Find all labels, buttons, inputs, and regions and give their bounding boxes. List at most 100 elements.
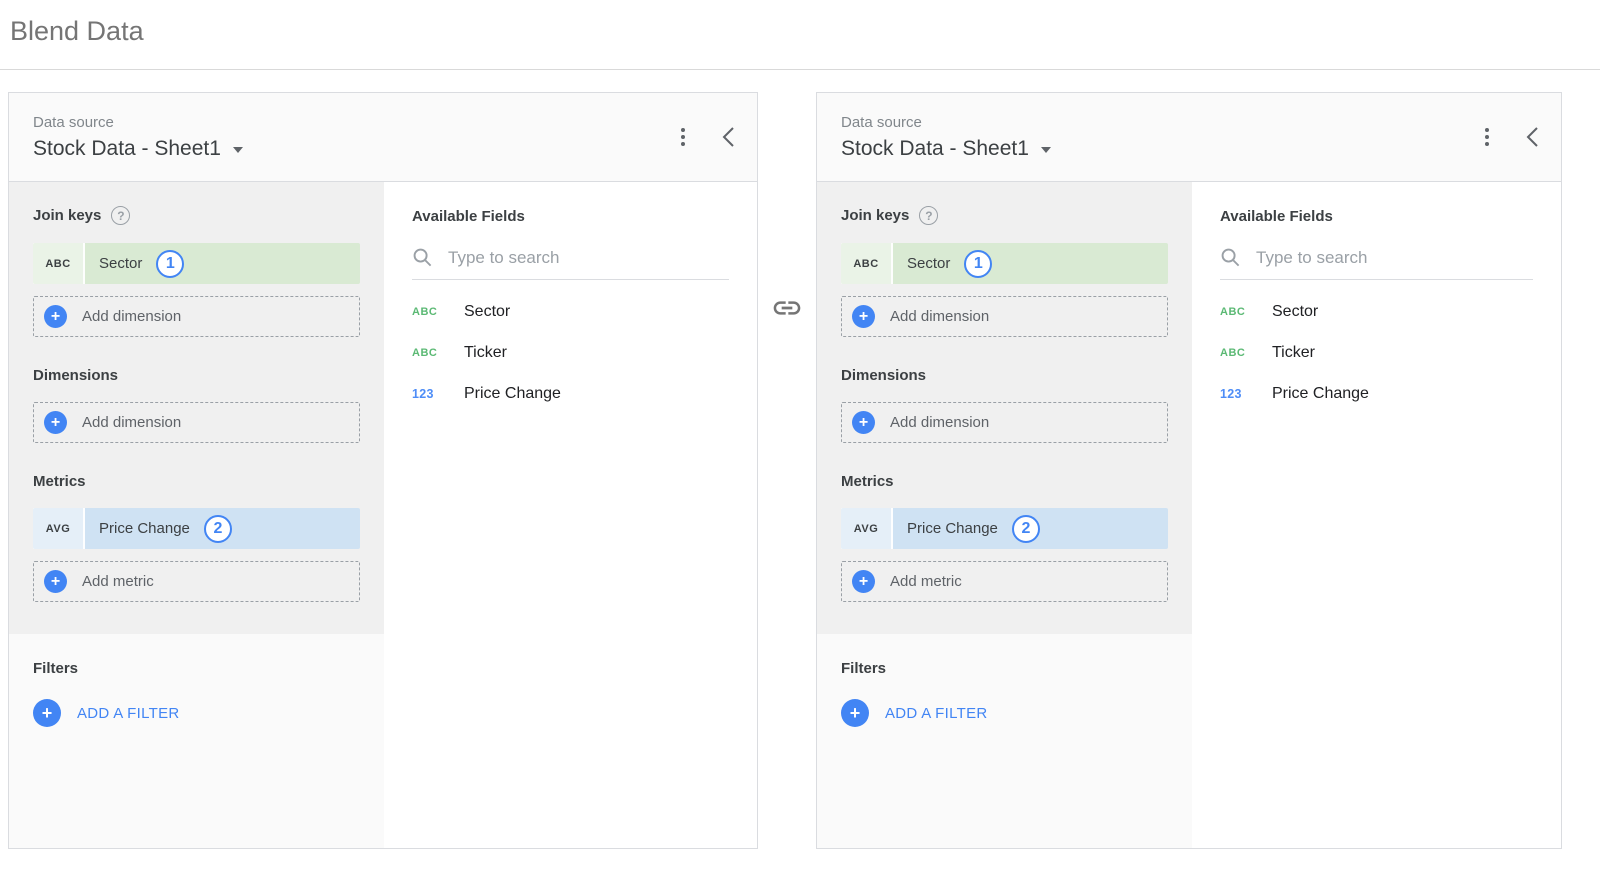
- field-name-label: Price Change: [907, 520, 998, 537]
- filters-section: Filters + ADD A FILTER: [9, 634, 384, 848]
- field-type-label: ABC: [33, 243, 85, 284]
- field-name: Ticker: [464, 344, 507, 362]
- link-icon: [771, 292, 803, 324]
- panel-1-datasource: Data source Stock Data - Sheet1: [33, 114, 243, 161]
- annotation-badge-2: 2: [1012, 515, 1040, 543]
- aggregation-label: AVG: [841, 508, 893, 549]
- metric-chip-price-change[interactable]: AVG Price Change 2: [841, 508, 1168, 549]
- join-key-chip-sector[interactable]: ABC Sector 1: [33, 243, 360, 284]
- panel-1-config-column: Join keys ? ABC Sector 1 + Add dimension…: [9, 182, 384, 848]
- datasource-name: Stock Data - Sheet1: [841, 137, 1029, 161]
- metrics-title: Metrics: [33, 473, 360, 490]
- datasource-label: Data source: [841, 114, 1051, 131]
- add-filter-label: ADD A FILTER: [77, 705, 180, 722]
- field-name: Price Change: [464, 385, 561, 403]
- add-join-key-button[interactable]: + Add dimension: [841, 296, 1168, 337]
- add-metric-label: Add metric: [82, 573, 154, 590]
- panel-2-datasource: Data source Stock Data - Sheet1: [841, 114, 1051, 161]
- page-header: Blend Data: [0, 0, 1600, 70]
- datasource-selector[interactable]: Stock Data - Sheet1: [841, 137, 1051, 161]
- panel-1-config-top: Join keys ? ABC Sector 1 + Add dimension…: [9, 182, 384, 634]
- datasource-name: Stock Data - Sheet1: [33, 137, 221, 161]
- search-input[interactable]: [448, 248, 688, 268]
- page-title: Blend Data: [10, 16, 1600, 47]
- field-name-label: Sector: [99, 255, 142, 272]
- dimensions-title: Dimensions: [841, 367, 1168, 384]
- plus-icon: +: [44, 411, 67, 434]
- add-filter-label: ADD A FILTER: [885, 705, 988, 722]
- data-source-panel-1: Data source Stock Data - Sheet1 Join key…: [8, 92, 758, 849]
- search-icon: [1220, 247, 1241, 268]
- field-type-label: ABC: [841, 243, 893, 284]
- chevron-down-icon: [1041, 147, 1051, 153]
- add-dimension-label: Add dimension: [890, 414, 989, 431]
- join-connector: [758, 92, 816, 324]
- add-metric-button[interactable]: + Add metric: [841, 561, 1168, 602]
- field-name: Price Change: [1272, 385, 1369, 403]
- field-type-icon: 123: [412, 387, 448, 401]
- available-fields-title: Available Fields: [412, 208, 729, 225]
- aggregation-label: AVG: [33, 508, 85, 549]
- plus-icon: +: [852, 305, 875, 328]
- add-filter-button[interactable]: + ADD A FILTER: [33, 699, 360, 727]
- help-icon[interactable]: ?: [111, 206, 130, 225]
- field-type-icon: ABC: [1220, 306, 1256, 318]
- annotation-badge-2: 2: [204, 515, 232, 543]
- more-options-icon[interactable]: [677, 124, 689, 150]
- field-type-icon: 123: [1220, 387, 1256, 401]
- field-type-icon: ABC: [412, 347, 448, 359]
- metrics-title: Metrics: [841, 473, 1168, 490]
- join-key-chip-sector[interactable]: ABC Sector 1: [841, 243, 1168, 284]
- filters-title: Filters: [33, 660, 360, 677]
- available-field-price-change[interactable]: 123 Price Change: [412, 385, 729, 403]
- field-name-label: Price Change: [99, 520, 190, 537]
- panel-2-body: Join keys ? ABC Sector 1 + Add dimension…: [817, 182, 1561, 848]
- panel-1-header: Data source Stock Data - Sheet1: [9, 93, 757, 182]
- join-keys-header: Join keys ?: [33, 206, 360, 225]
- panel-2-config-top: Join keys ? ABC Sector 1 + Add dimension…: [817, 182, 1192, 634]
- add-metric-label: Add metric: [890, 573, 962, 590]
- field-search: [412, 247, 729, 280]
- add-metric-button[interactable]: + Add metric: [33, 561, 360, 602]
- collapse-panel-icon[interactable]: [1525, 125, 1539, 149]
- field-search: [1220, 247, 1533, 280]
- filters-section: Filters + ADD A FILTER: [817, 634, 1192, 848]
- field-type-icon: ABC: [1220, 347, 1256, 359]
- panel-2-config-column: Join keys ? ABC Sector 1 + Add dimension…: [817, 182, 1192, 848]
- metric-chip-price-change[interactable]: AVG Price Change 2: [33, 508, 360, 549]
- annotation-badge-1: 1: [156, 250, 184, 278]
- add-dimension-label: Add dimension: [82, 414, 181, 431]
- collapse-panel-icon[interactable]: [721, 125, 735, 149]
- plus-icon: +: [33, 699, 61, 727]
- search-icon: [412, 247, 433, 268]
- datasource-label: Data source: [33, 114, 243, 131]
- available-fields-panel: Available Fields ABC Sector ABC Ticker 1…: [1192, 182, 1561, 848]
- annotation-badge-1: 1: [964, 250, 992, 278]
- more-options-icon[interactable]: [1481, 124, 1493, 150]
- search-input[interactable]: [1256, 248, 1496, 268]
- plus-icon: +: [841, 699, 869, 727]
- available-field-ticker[interactable]: ABC Ticker: [412, 344, 729, 362]
- field-name: Ticker: [1272, 344, 1315, 362]
- field-name: Sector: [464, 303, 510, 321]
- plus-icon: +: [852, 411, 875, 434]
- datasource-selector[interactable]: Stock Data - Sheet1: [33, 137, 243, 161]
- field-name: Sector: [1272, 303, 1318, 321]
- available-field-price-change[interactable]: 123 Price Change: [1220, 385, 1533, 403]
- add-filter-button[interactable]: + ADD A FILTER: [841, 699, 1168, 727]
- panel-1-body: Join keys ? ABC Sector 1 + Add dimension…: [9, 182, 757, 848]
- available-field-sector[interactable]: ABC Sector: [412, 303, 729, 321]
- available-field-sector[interactable]: ABC Sector: [1220, 303, 1533, 321]
- panel-1-header-icons: [677, 124, 737, 150]
- available-fields-panel: Available Fields ABC Sector ABC Ticker 1…: [384, 182, 757, 848]
- filters-title: Filters: [841, 660, 1168, 677]
- panel-2-header-icons: [1481, 124, 1541, 150]
- add-dimension-button[interactable]: + Add dimension: [33, 402, 360, 443]
- add-dimension-button[interactable]: + Add dimension: [841, 402, 1168, 443]
- help-icon[interactable]: ?: [919, 206, 938, 225]
- available-fields-title: Available Fields: [1220, 208, 1533, 225]
- add-join-key-button[interactable]: + Add dimension: [33, 296, 360, 337]
- dimensions-title: Dimensions: [33, 367, 360, 384]
- available-field-ticker[interactable]: ABC Ticker: [1220, 344, 1533, 362]
- plus-icon: +: [44, 305, 67, 328]
